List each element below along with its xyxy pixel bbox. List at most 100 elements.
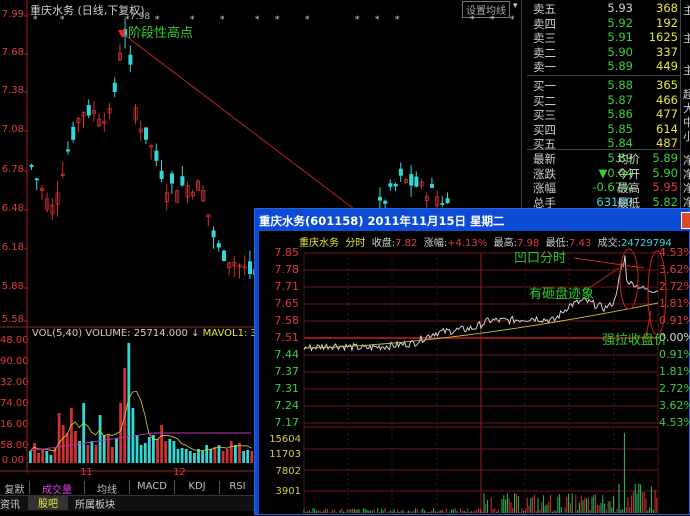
volume-bar bbox=[246, 450, 250, 463]
candle-down bbox=[71, 126, 76, 140]
candle-down bbox=[247, 261, 252, 275]
volume-bar bbox=[250, 451, 254, 463]
month-label: 12 bbox=[173, 467, 186, 478]
volume-bar bbox=[65, 433, 69, 463]
tab-news[interactable]: 资讯 bbox=[0, 496, 20, 511]
quote-cell: 5.88 bbox=[607, 78, 633, 92]
star-marker-icon: * bbox=[395, 15, 400, 25]
candle-down bbox=[169, 173, 174, 184]
star-marker-icon: * bbox=[255, 15, 260, 25]
volume-bar bbox=[184, 449, 188, 463]
candle-down bbox=[143, 127, 148, 140]
volume-bar bbox=[61, 425, 65, 463]
quote-panel: 卖五 5.93 368 卖四 5.92 192 卖三 5.91 1625 卖二 5.90 337 卖一 5… bbox=[527, 0, 680, 210]
star-marker-icon: * bbox=[305, 15, 310, 25]
volume-bar bbox=[242, 451, 245, 463]
candle-down bbox=[383, 200, 388, 204]
quote-cell: 477 bbox=[656, 107, 678, 121]
volume-bar bbox=[33, 443, 36, 463]
volume-bar bbox=[49, 455, 53, 463]
star-marker-icon: * bbox=[355, 15, 360, 25]
candle-down bbox=[377, 196, 382, 201]
intraday-chart[interactable] bbox=[259, 231, 690, 516]
volume-bar bbox=[41, 449, 45, 463]
volume-bar bbox=[90, 441, 94, 463]
volume-bar bbox=[229, 441, 233, 463]
candle-down bbox=[211, 230, 216, 238]
quote-cell: 5.86 bbox=[607, 107, 633, 121]
quote-cell: 5.84 bbox=[607, 136, 633, 150]
quote-cell: 5.82 bbox=[652, 194, 678, 209]
quote-cell: 5.87 bbox=[607, 92, 633, 107]
volume-bar bbox=[193, 453, 196, 463]
candle-down bbox=[393, 183, 398, 187]
volume-bar bbox=[164, 441, 168, 463]
volume-bar bbox=[188, 451, 192, 463]
candle-down bbox=[112, 82, 117, 92]
quote-cell: 5.90 bbox=[607, 44, 633, 59]
tab-kdj[interactable]: KDJ bbox=[175, 481, 220, 494]
volume-bar bbox=[74, 431, 77, 463]
quote-cell: 5.91 bbox=[607, 30, 633, 44]
tab-rsi[interactable]: RSI bbox=[220, 481, 255, 494]
quote-cell: 5.89 bbox=[607, 59, 633, 73]
quote-cell: 466 bbox=[656, 92, 678, 107]
candle-down bbox=[409, 174, 414, 186]
candle-down bbox=[29, 164, 34, 168]
quote-cell: 192 bbox=[656, 15, 678, 30]
volume-bar bbox=[205, 445, 209, 463]
volume-bar bbox=[86, 445, 90, 463]
quote-cell: 365 bbox=[656, 78, 678, 92]
intraday-popup-window[interactable]: 重庆水务(601158) 2011年11月15日 星期二 重庆水务 分时 收盘:… bbox=[254, 208, 690, 515]
volume-bar bbox=[139, 445, 143, 463]
side-label: 主 bbox=[683, 32, 690, 45]
tab-volume[interactable]: 成交量 bbox=[30, 481, 85, 496]
close-button[interactable] bbox=[681, 212, 690, 229]
tab-macd[interactable]: MACD bbox=[130, 481, 175, 494]
annotation-close-pull: 强拉收盘价 bbox=[602, 333, 668, 348]
volume-bar bbox=[29, 451, 32, 463]
quote-cell: 487 bbox=[656, 136, 678, 150]
volume-bar bbox=[197, 449, 200, 463]
popup-title: 重庆水务(601158) 2011年11月15日 星期二 bbox=[259, 214, 505, 228]
high-price-marker: 7.98 bbox=[130, 12, 151, 22]
candle-down bbox=[154, 150, 159, 161]
quote-cell: 449 bbox=[656, 59, 678, 73]
candle-down bbox=[86, 105, 91, 116]
quote-cell: 614 bbox=[656, 121, 678, 136]
annotation-dump: 有砸盘迹象 bbox=[529, 287, 595, 302]
quote-cell: 5.89 bbox=[652, 151, 678, 165]
volume-bar bbox=[143, 443, 147, 463]
divider bbox=[527, 75, 680, 76]
trend-line bbox=[121, 32, 359, 213]
daily-volume-chart bbox=[0, 328, 255, 473]
side-label: 小 bbox=[683, 130, 690, 143]
quote-cell: 337 bbox=[656, 44, 678, 59]
star-marker-icon: * bbox=[510, 15, 515, 25]
volume-bar bbox=[209, 449, 213, 463]
star-marker-icon: * bbox=[220, 15, 225, 25]
candle-down bbox=[440, 203, 445, 205]
volume-bar bbox=[45, 451, 49, 463]
candle-down bbox=[221, 250, 226, 262]
highlight-ellipse bbox=[619, 248, 639, 310]
volume-bar bbox=[37, 453, 40, 463]
volume-bar bbox=[172, 441, 176, 463]
side-label: 主 bbox=[683, 4, 690, 17]
star-marker-icon: * bbox=[375, 15, 380, 25]
quote-cell: 卖一 bbox=[533, 60, 556, 74]
quote-cell: 5.90 bbox=[652, 165, 678, 180]
candle-down bbox=[388, 183, 393, 187]
tab-forum[interactable]: 股吧 bbox=[28, 495, 68, 510]
candle-down bbox=[159, 170, 164, 180]
volume-bar bbox=[234, 445, 237, 463]
volume-bar bbox=[82, 403, 86, 463]
candle-down bbox=[216, 243, 221, 248]
tab-ma[interactable]: 均线 bbox=[85, 481, 130, 496]
candle-down bbox=[66, 149, 71, 152]
tab-sector[interactable]: 所属板块 bbox=[75, 496, 115, 511]
tab-default[interactable]: 复默认 bbox=[0, 481, 30, 511]
divider bbox=[527, 149, 680, 150]
volume-bar bbox=[180, 448, 184, 463]
star-marker-icon: * bbox=[275, 15, 280, 25]
